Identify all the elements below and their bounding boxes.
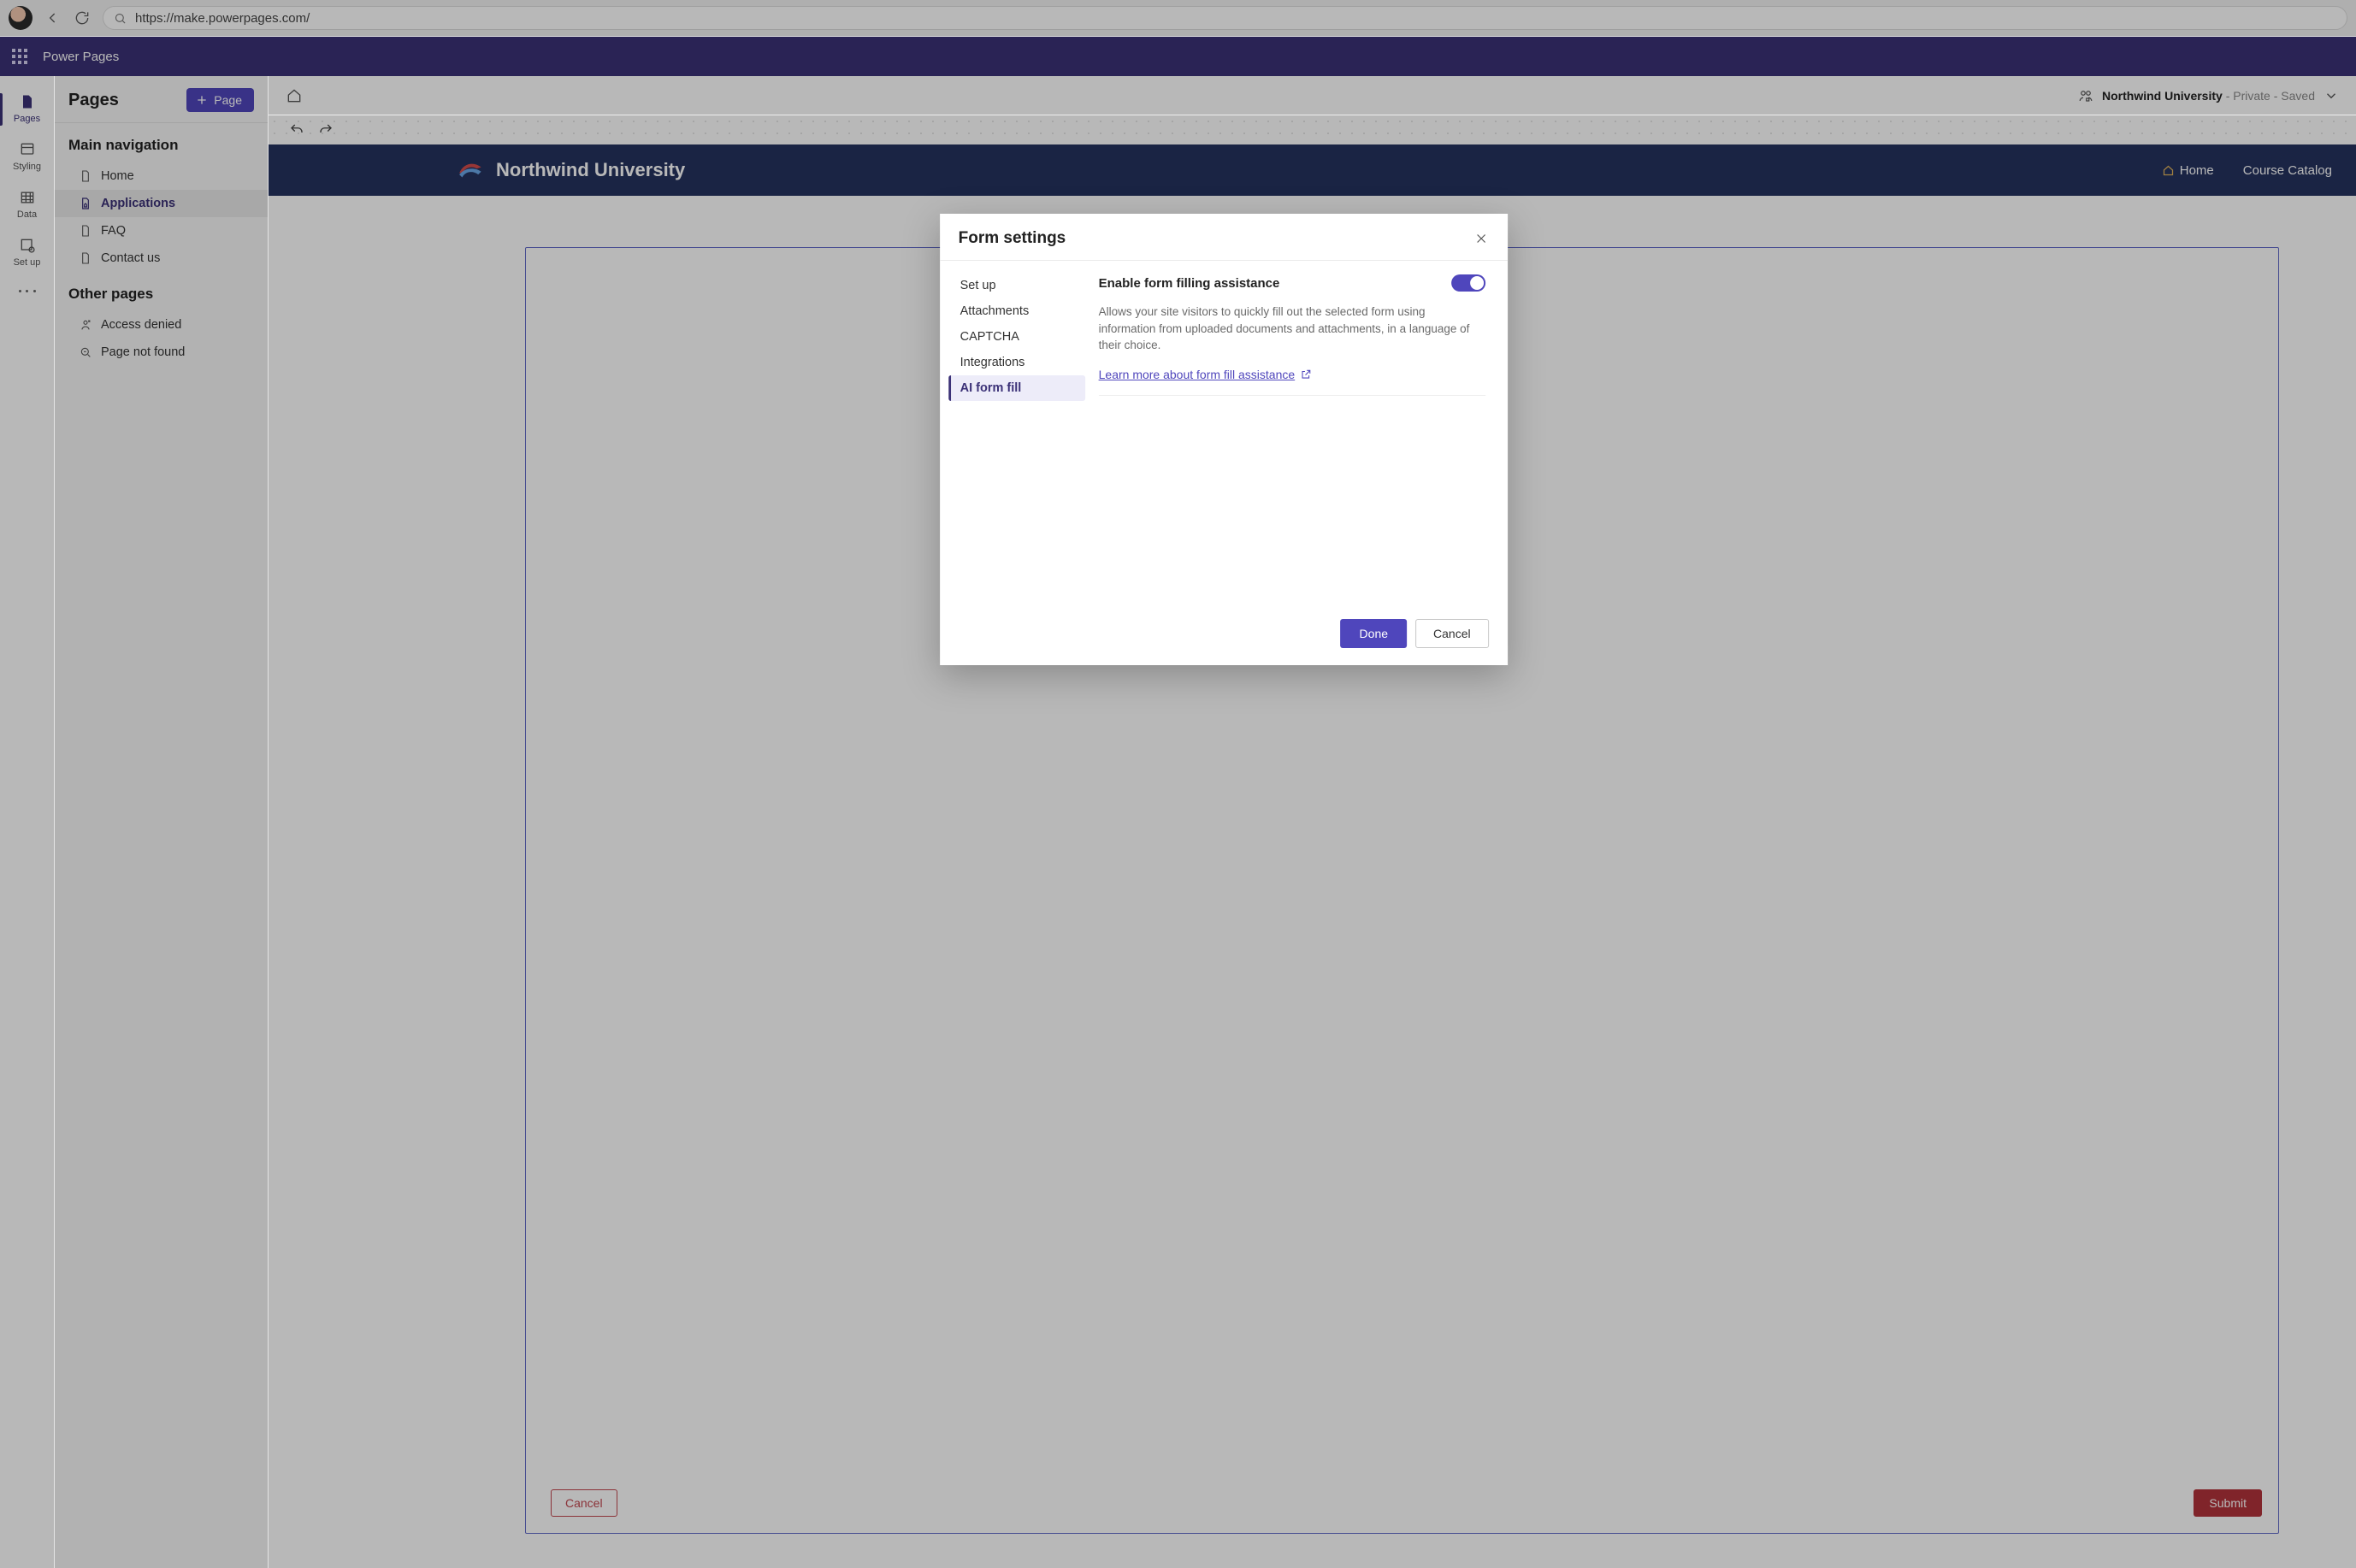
search-icon — [114, 12, 127, 25]
tree-label: Home — [101, 169, 134, 183]
tree-contact[interactable]: Contact us — [55, 245, 268, 272]
dialog-nav-ai-form-fill[interactable]: AI form fill — [948, 375, 1085, 401]
nav-course-catalog[interactable]: Course Catalog — [2243, 163, 2332, 178]
enable-assistance-toggle[interactable] — [1451, 274, 1485, 292]
dialog-nav-integrations[interactable]: Integrations — [948, 350, 1085, 375]
form-submit-button[interactable]: Submit — [2194, 1489, 2262, 1517]
visibility-label: Private — [2233, 89, 2270, 103]
nav-home[interactable]: Home — [2162, 163, 2214, 178]
people-lock-icon — [2078, 88, 2093, 103]
tree-faq[interactable]: FAQ — [55, 217, 268, 245]
tree-label: Contact us — [101, 251, 160, 265]
rail-label: Set up — [14, 257, 41, 268]
pages-panel: Pages Page Main navigation Home Applicat… — [55, 76, 269, 1568]
canvas-toolbar — [269, 115, 2356, 144]
page-icon — [79, 251, 92, 265]
notfound-icon — [79, 345, 92, 359]
undo-icon[interactable] — [289, 122, 304, 138]
site-preview-header: Northwind University Home Course Catalog — [269, 144, 2356, 196]
refresh-icon[interactable] — [74, 9, 91, 27]
home-icon — [2162, 164, 2175, 177]
section-main-nav-title: Main navigation — [55, 123, 268, 162]
data-icon — [19, 189, 36, 206]
rail-pages[interactable]: Pages — [0, 86, 55, 133]
learn-more-label: Learn more about form fill assistance — [1099, 368, 1296, 381]
product-name[interactable]: Power Pages — [43, 50, 119, 64]
left-rail: Pages Styling Data Set up — [0, 76, 55, 1568]
tree-not-found[interactable]: Page not found — [55, 339, 268, 366]
canvas-topbar: Northwind University - Private - Saved — [269, 76, 2356, 115]
dialog-nav: Set up Attachments CAPTCHA Integrations … — [940, 261, 1094, 607]
nav-catalog-label: Course Catalog — [2243, 163, 2332, 178]
dialog-nav-setup[interactable]: Set up — [948, 273, 1085, 298]
site-name: Northwind University — [2102, 89, 2223, 103]
page-icon — [79, 224, 92, 238]
done-button[interactable]: Done — [1341, 619, 1407, 648]
tree-label: Access denied — [101, 318, 181, 332]
cancel-button[interactable]: Cancel — [1415, 619, 1489, 648]
add-page-button[interactable]: Page — [186, 88, 254, 112]
tree-applications[interactable]: Applications — [55, 190, 268, 217]
plus-icon — [195, 93, 209, 107]
rail-data[interactable]: Data — [0, 182, 55, 228]
close-icon[interactable] — [1473, 231, 1489, 246]
rail-styling[interactable]: Styling — [0, 134, 55, 180]
add-page-label: Page — [214, 93, 242, 107]
nav-home-label: Home — [2180, 163, 2214, 178]
page-icon — [19, 93, 36, 110]
dialog-nav-captcha[interactable]: CAPTCHA — [948, 324, 1085, 350]
styling-icon — [19, 141, 36, 158]
external-link-icon — [1300, 368, 1312, 380]
address-bar[interactable]: https://make.powerpages.com/ — [103, 6, 2347, 30]
tree-label: FAQ — [101, 224, 126, 238]
page-icon — [79, 169, 92, 183]
site-status[interactable]: Northwind University - Private - Saved — [2078, 88, 2339, 103]
save-state-label: Saved — [2281, 89, 2315, 103]
tree-label: Page not found — [101, 345, 185, 359]
redo-icon[interactable] — [318, 122, 334, 138]
denied-icon — [79, 318, 92, 332]
form-cancel-button[interactable]: Cancel — [551, 1489, 617, 1517]
browser-chrome: https://make.powerpages.com/ — [0, 0, 2356, 37]
tree-home[interactable]: Home — [55, 162, 268, 190]
dialog-title: Form settings — [959, 229, 1066, 248]
url-text: https://make.powerpages.com/ — [135, 11, 310, 26]
rail-label: Pages — [14, 114, 40, 124]
learn-more-link[interactable]: Learn more about form fill assistance — [1099, 368, 1313, 381]
rail-label: Styling — [13, 162, 41, 172]
page-home-icon — [79, 197, 92, 210]
home-icon[interactable] — [286, 87, 303, 104]
brand-logo-icon — [455, 156, 484, 185]
form-settings-dialog: Form settings Set up Attachments CAPTCHA… — [940, 214, 1508, 665]
tree-label: Applications — [101, 197, 175, 210]
more-icon — [19, 290, 36, 292]
app-bar: Power Pages — [0, 37, 2356, 76]
rail-setup[interactable]: Set up — [0, 230, 55, 276]
site-preview-title: Northwind University — [496, 159, 685, 181]
setup-icon — [19, 237, 36, 254]
toggle-description: Allows your site visitors to quickly fil… — [1099, 304, 1485, 354]
toggle-label: Enable form filling assistance — [1099, 276, 1280, 291]
rail-label: Data — [17, 209, 37, 220]
profile-avatar[interactable] — [9, 6, 32, 30]
dialog-nav-attachments[interactable]: Attachments — [948, 298, 1085, 324]
back-icon[interactable] — [44, 9, 62, 27]
tree-access-denied[interactable]: Access denied — [55, 311, 268, 339]
section-other-title: Other pages — [55, 272, 268, 311]
panel-title: Pages — [68, 91, 119, 110]
chevron-down-icon — [2324, 88, 2339, 103]
waffle-icon[interactable] — [12, 49, 27, 64]
rail-more[interactable] — [0, 278, 55, 301]
